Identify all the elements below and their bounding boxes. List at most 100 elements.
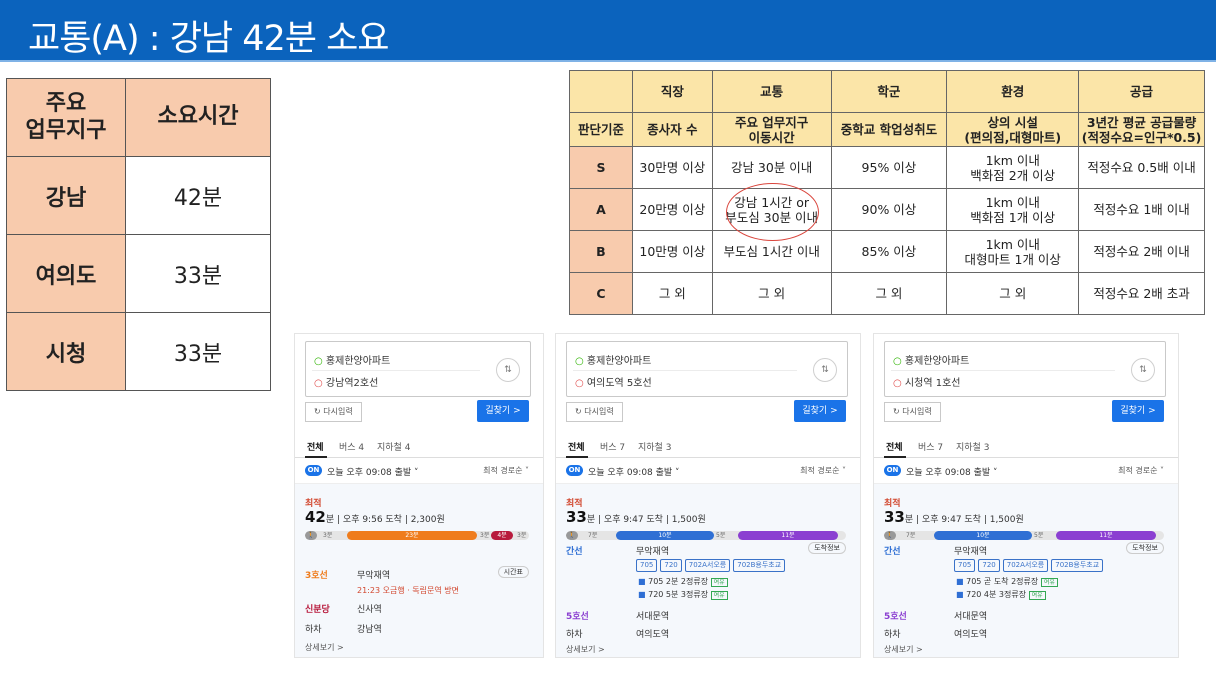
grade-cell: B [569, 230, 633, 273]
criteria-cell: 90% 이상 [830, 188, 948, 231]
highlight-circle [726, 183, 819, 241]
origin-field[interactable]: ○ 홍제한양아파트 [575, 352, 651, 367]
sort-dropdown[interactable]: 최적 경로순 ˅ [800, 465, 846, 476]
status-tag: 여유 [710, 578, 728, 587]
bus-chip[interactable]: 705 [636, 559, 658, 572]
line5-segment: 11분 [1056, 531, 1156, 540]
find-route-button[interactable]: 길찾기 > [794, 400, 846, 422]
tab-subway[interactable]: 지하철 3 [956, 440, 989, 453]
swap-icon[interactable]: ⇅ [813, 358, 837, 382]
route-search-box: ○ 홍제한양아파트 ○ 여의도역 5호선 ⇅ [566, 341, 848, 397]
destination-field[interactable]: ○ 여의도역 5호선 [575, 374, 652, 389]
destination-text: 여의도역 5호선 [586, 378, 652, 389]
depart-time[interactable]: 오늘 오후 09:08 출발 ˅ [588, 465, 680, 478]
reset-button[interactable]: ↻ 다시입력 [566, 402, 623, 422]
reset-button[interactable]: ↻ 다시입력 [305, 402, 362, 422]
criteria-cell: 그 외 [631, 272, 713, 315]
destination-text: 강남역2호선 [325, 378, 379, 389]
swap-icon[interactable]: ⇅ [496, 358, 520, 382]
bus-chip[interactable]: 705 [954, 559, 976, 572]
on-toggle[interactable]: ON [305, 465, 322, 476]
sub-header: 판단기준 [569, 112, 633, 147]
detail-link[interactable]: 상세보기 > [566, 644, 605, 655]
page-title: 교통(A) : 강남 42분 소요 [28, 19, 389, 59]
route-summary-text: 분 | 오후 9:56 도착 | 2,300원 [325, 515, 445, 525]
sort-dropdown[interactable]: 최적 경로순 ˅ [483, 465, 529, 476]
bus-chip[interactable]: 702B용두초교 [1051, 559, 1104, 572]
area-cell: 여의도 [6, 234, 126, 313]
area-cell: 시청 [6, 312, 126, 391]
swap-icon[interactable]: ⇅ [1131, 358, 1155, 382]
criteria-cell: 그 외 [711, 272, 832, 315]
line3-label: 3호선 [305, 571, 328, 581]
find-route-button[interactable]: 길찾기 > [477, 400, 529, 422]
route-summary: 33분 | 오후 9:47 도착 | 1,500원 [884, 508, 1024, 526]
destination-dot-icon: ○ [575, 378, 584, 389]
origin-field[interactable]: ○ 홍제한양아파트 [893, 352, 969, 367]
route-card[interactable]: 최적 33분 | 오후 9:47 도착 | 1,500원 🚶 7분 10분 5분… [556, 484, 860, 657]
step-station: 무악재역 [357, 571, 391, 581]
destination-field[interactable]: ○ 강남역2호선 [314, 374, 378, 389]
top-header: 공급 [1078, 70, 1205, 113]
bus-arrival-text: 705 2분 2정류장 [648, 577, 709, 586]
stop-info-button[interactable]: 도착정보 [1126, 542, 1164, 554]
sort-dropdown[interactable]: 최적 경로순 ˅ [1118, 465, 1164, 476]
bus-chip[interactable]: 702A서오릉 [1002, 559, 1049, 572]
destination-text: 시청역 1호선 [904, 378, 961, 389]
bus-icon: ■ [956, 590, 964, 599]
filter-row: ON 오늘 오후 09:08 출발 ˅ 최적 경로순 ˅ [874, 458, 1178, 484]
tab-bus[interactable]: 버스 7 [600, 440, 625, 453]
top-header: 학군 [830, 70, 948, 113]
filter-row: ON 오늘 오후 09:08 출발 ˅ 최적 경로순 ˅ [556, 458, 860, 484]
transfer-label: 5분 [1034, 532, 1044, 539]
route-panel: ○ 홍제한양아파트 ○ 여의도역 5호선 ⇅ ↻ 다시입력 길찾기 > 전체 버… [555, 333, 861, 658]
walk-segment: 🚶 [305, 531, 317, 540]
alight-label: 하차 [305, 625, 322, 635]
sub-header: 주요 업무지구 이동시간 [711, 112, 832, 147]
route-minutes: 33 [884, 508, 905, 526]
top-header: 환경 [946, 70, 1080, 113]
bus-chip[interactable]: 702B용두초교 [733, 559, 786, 572]
bus-chip[interactable]: 702A서오릉 [684, 559, 731, 572]
status-tag: 여유 [1028, 591, 1046, 600]
tab-subway[interactable]: 지하철 4 [377, 440, 410, 453]
route-card[interactable]: 최적 42분 | 오후 9:56 도착 | 2,300원 🚶 3분 23분 3분… [295, 484, 543, 657]
time-cell: 33분 [125, 234, 271, 313]
tab-bus[interactable]: 버스 4 [339, 440, 364, 453]
step-station: 신사역 [357, 605, 382, 615]
tab-all[interactable]: 전체 [568, 440, 585, 453]
step-station: 여의도역 [954, 630, 988, 640]
reset-button[interactable]: ↻ 다시입력 [884, 402, 941, 422]
route-card[interactable]: 최적 33분 | 오후 9:47 도착 | 1,500원 🚶 7분 10분 5분… [874, 484, 1178, 657]
sub-header: 3년간 평균 공급물량 (적정수요=인구*0.5) [1078, 112, 1205, 147]
bus-arrival: ■ 705 2분 2정류장 여유 [638, 576, 728, 587]
tab-all[interactable]: 전체 [307, 440, 324, 453]
tab-subway[interactable]: 지하철 3 [638, 440, 671, 453]
on-toggle[interactable]: ON [566, 465, 583, 476]
detail-link[interactable]: 상세보기 > [884, 644, 923, 655]
tab-all[interactable]: 전체 [886, 440, 903, 453]
bus-arrival-text: 720 5분 3정류장 [648, 590, 709, 599]
destination-field[interactable]: ○ 시청역 1호선 [893, 374, 960, 389]
line5-label: 5호선 [884, 612, 907, 622]
timetable-button[interactable]: 시간표 [497, 566, 529, 578]
walk-time-label: 3분 [517, 532, 527, 539]
tab-bus[interactable]: 버스 7 [918, 440, 943, 453]
criteria-cell: 그 외 [830, 272, 948, 315]
sub-header: 중학교 학업성취도 [830, 112, 948, 147]
bus-type-label: 간선 [884, 547, 901, 557]
detail-link[interactable]: 상세보기 > [305, 642, 344, 653]
stop-info-button[interactable]: 도착정보 [808, 542, 846, 554]
depart-time[interactable]: 오늘 오후 09:08 출발 ˅ [906, 465, 998, 478]
origin-text: 홍제한양아파트 [325, 356, 391, 367]
bus-chip[interactable]: 720 [978, 559, 1000, 572]
grade-cell: S [569, 146, 633, 189]
alight-label: 하차 [566, 630, 583, 640]
bus-chip[interactable]: 720 [660, 559, 682, 572]
origin-field[interactable]: ○ 홍제한양아파트 [314, 352, 390, 367]
destination-dot-icon: ○ [893, 378, 902, 389]
bus-arrival: ■ 720 4분 3정류장 여유 [956, 589, 1046, 600]
find-route-button[interactable]: 길찾기 > [1112, 400, 1164, 422]
depart-time[interactable]: 오늘 오후 09:08 출발 ˅ [327, 465, 419, 478]
on-toggle[interactable]: ON [884, 465, 901, 476]
